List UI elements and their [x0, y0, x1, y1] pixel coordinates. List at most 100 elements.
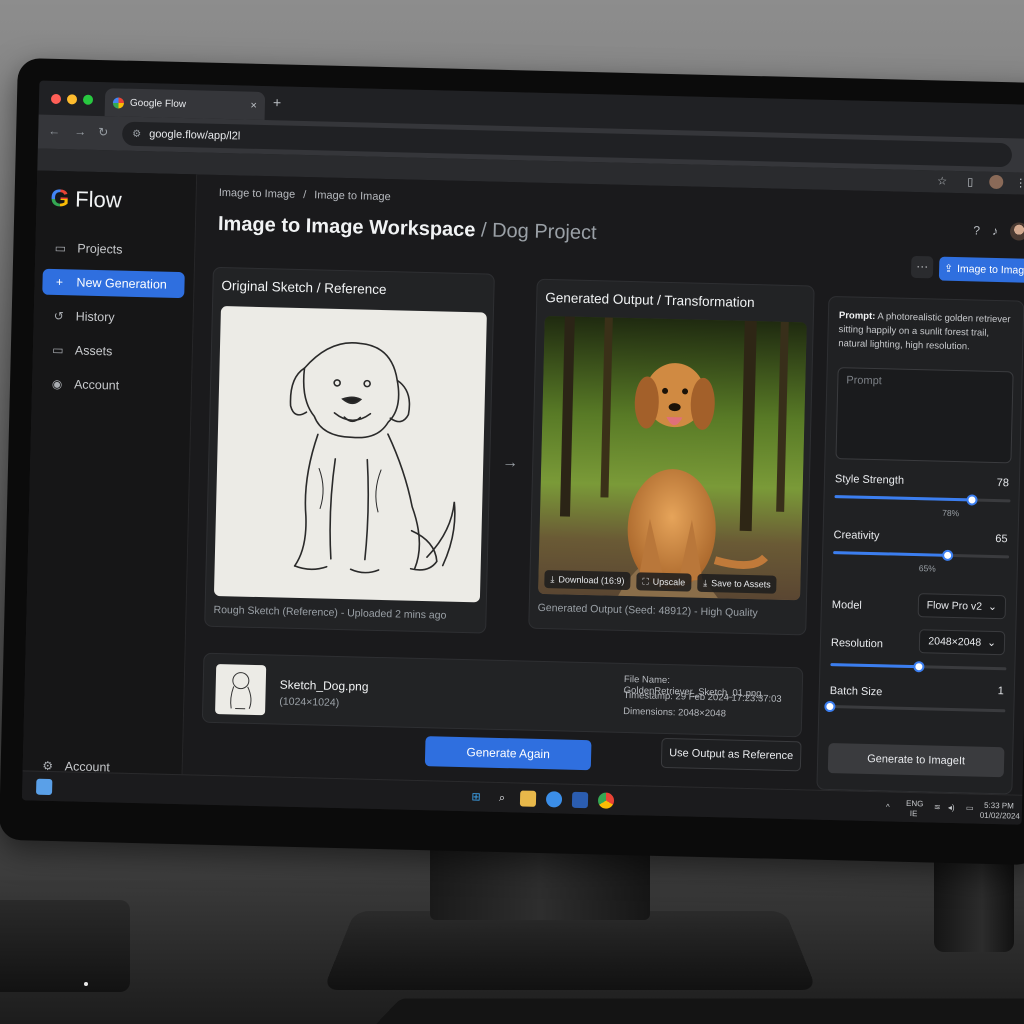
outlook-icon[interactable]: [571, 791, 589, 809]
main-content: Image to Image / Image to Image Image to…: [183, 174, 1024, 795]
batch-size-value: 1: [997, 685, 1004, 698]
sidebar-item-history[interactable]: ↺ History: [41, 303, 184, 332]
resolution-select[interactable]: 2048×2048 ⌄: [919, 629, 1006, 656]
slider-fill: [833, 551, 948, 557]
chevron-down-icon: ⌄: [987, 600, 998, 614]
breadcrumb: Image to Image / Image to Image: [219, 187, 391, 203]
sidebar-item-assets[interactable]: ▭ Assets: [41, 337, 184, 366]
more-options-button[interactable]: ···: [910, 255, 934, 279]
style-strength-slider[interactable]: [834, 494, 1011, 506]
generate-to-image-button[interactable]: Generate to ImageIt: [827, 743, 1005, 778]
upscale-label: Upscale: [652, 576, 686, 588]
original-caption: Rough Sketch (Reference) - Uploaded 2 mi…: [213, 603, 447, 622]
batch-size-slider[interactable]: [824, 700, 1006, 713]
reload-icon[interactable]: ↻: [98, 125, 108, 139]
generate-again-button[interactable]: Generate Again: [424, 736, 592, 771]
slider-knob[interactable]: [942, 549, 954, 562]
menu-icon[interactable]: ⋮: [1015, 176, 1024, 189]
image-to-image-button[interactable]: ⇪ Image to Image: [938, 256, 1024, 283]
style-strength-label: Style Strength: [834, 473, 905, 487]
creativity-value: 65: [995, 533, 1008, 546]
notification-bell-icon[interactable]: ♪: [992, 224, 998, 238]
breadcrumb-item[interactable]: Image to Image: [219, 187, 296, 201]
generated-dog-photo[interactable]: ⤓ Download (16:9) ⛶ Upscale ⤓ Save to As…: [538, 315, 807, 601]
battery-icon[interactable]: ▭: [966, 803, 974, 812]
browser-tab[interactable]: Google Flow ×: [104, 88, 266, 121]
tab-title: Google Flow: [129, 97, 187, 110]
edge-browser-icon[interactable]: [545, 791, 563, 808]
header-icons: ? ♪: [973, 221, 1024, 241]
minimize-window-button[interactable]: [66, 94, 78, 105]
maximize-window-button[interactable]: [82, 94, 94, 105]
chevron-down-icon: ⌄: [987, 636, 997, 650]
download-label: Download (16:9): [558, 574, 625, 586]
flow-logo[interactable]: G Flow: [50, 185, 122, 215]
dog-sketch-drawing: [289, 342, 456, 574]
back-icon[interactable]: ←: [48, 124, 60, 138]
clock-date: 01/02/2024: [979, 810, 1020, 821]
file-explorer-icon[interactable]: [519, 790, 537, 807]
expand-icon: ⛶: [642, 575, 649, 587]
start-windows-icon[interactable]: ⊞: [468, 789, 484, 805]
language-indicator[interactable]: ENG: [906, 799, 924, 808]
prompt-input[interactable]: Prompt: [835, 367, 1014, 464]
user-avatar[interactable]: [1009, 222, 1024, 241]
slider-knob[interactable]: [966, 494, 978, 506]
golden-retriever-photo: [538, 315, 807, 601]
clock-time[interactable]: 5:33 PM: [984, 801, 1014, 811]
save-icon: ⤓: [703, 577, 708, 588]
breadcrumb-item[interactable]: Image to Image: [314, 189, 391, 203]
wifi-icon[interactable]: ≋: [934, 803, 941, 812]
sidebar-item-account[interactable]: ◉ Account: [40, 371, 183, 400]
slider-knob[interactable]: [913, 661, 925, 673]
search-icon[interactable]: ⌕: [494, 790, 510, 806]
app: G Flow ▭ Projects + New Generation ↺ His…: [22, 170, 1024, 795]
tab-close-icon[interactable]: ×: [250, 100, 257, 112]
tray-chevron-up-icon[interactable]: ^: [886, 802, 890, 811]
mini-pc: [0, 900, 130, 992]
model-label: Model: [831, 599, 862, 612]
close-window-button[interactable]: [50, 93, 62, 105]
help-icon[interactable]: ?: [973, 223, 980, 237]
thumbnail-dog-drawing: [230, 672, 252, 710]
sidebar-item-new-generation[interactable]: + New Generation: [42, 268, 185, 299]
bookmark-star-icon[interactable]: ☆: [937, 174, 947, 187]
new-tab-button[interactable]: +: [273, 94, 282, 110]
monitor-stand-base: [322, 911, 818, 991]
resolution-slider[interactable]: [830, 661, 1007, 673]
sidebar-item-label: Assets: [74, 343, 113, 359]
breadcrumb-separator: /: [303, 189, 307, 202]
resolution-value: 2048×2048: [928, 635, 982, 649]
upload-icon: ⇪: [944, 262, 954, 275]
prompt-summary: Prompt: A photorealistic golden retrieve…: [838, 309, 1015, 355]
widgets-icon[interactable]: [36, 778, 53, 796]
model-select[interactable]: Flow Pro v2 ⌄: [917, 593, 1007, 620]
forward-icon[interactable]: →: [74, 124, 86, 138]
volume-icon[interactable]: ◂): [948, 803, 955, 812]
sidebar-item-label: History: [75, 309, 115, 325]
creativity-slider[interactable]: [833, 549, 1010, 562]
screen: Google Flow × + ← → ↻ ⚙ google.flow/app/…: [21, 80, 1024, 825]
history-icon: ↺: [53, 308, 64, 324]
upscale-button[interactable]: ⛶ Upscale: [636, 572, 692, 592]
sidebar-item-projects[interactable]: ▭ Projects: [43, 235, 186, 264]
profile-avatar[interactable]: [989, 174, 1004, 190]
download-button[interactable]: ⤓ Download (16:9): [544, 570, 631, 591]
sketch-image[interactable]: [213, 306, 487, 603]
image-to-image-label: Image to Image: [956, 263, 1024, 277]
sketch-thumbnail[interactable]: [215, 664, 267, 716]
site-info-icon[interactable]: ⚙: [132, 128, 141, 139]
slider-knob[interactable]: [824, 700, 836, 713]
transform-arrow-icon: →: [502, 453, 519, 472]
chrome-icon[interactable]: [597, 792, 615, 809]
style-strength-value: 78: [996, 477, 1010, 490]
google-g-icon: G: [50, 184, 70, 213]
side-panel-icon[interactable]: ▯: [967, 175, 973, 188]
use-output-as-reference-button[interactable]: Use Output as Reference: [660, 737, 802, 772]
sidebar: G Flow ▭ Projects + New Generation ↺ His…: [22, 170, 198, 774]
prompt-label: Prompt:: [838, 310, 876, 323]
save-to-assets-button[interactable]: ⤓ Save to Assets: [697, 573, 777, 594]
original-panel: Original Sketch / Reference Rough Sketch…: [204, 266, 495, 634]
title-separator: /: [480, 219, 487, 242]
project-name: Dog Project: [491, 219, 597, 245]
